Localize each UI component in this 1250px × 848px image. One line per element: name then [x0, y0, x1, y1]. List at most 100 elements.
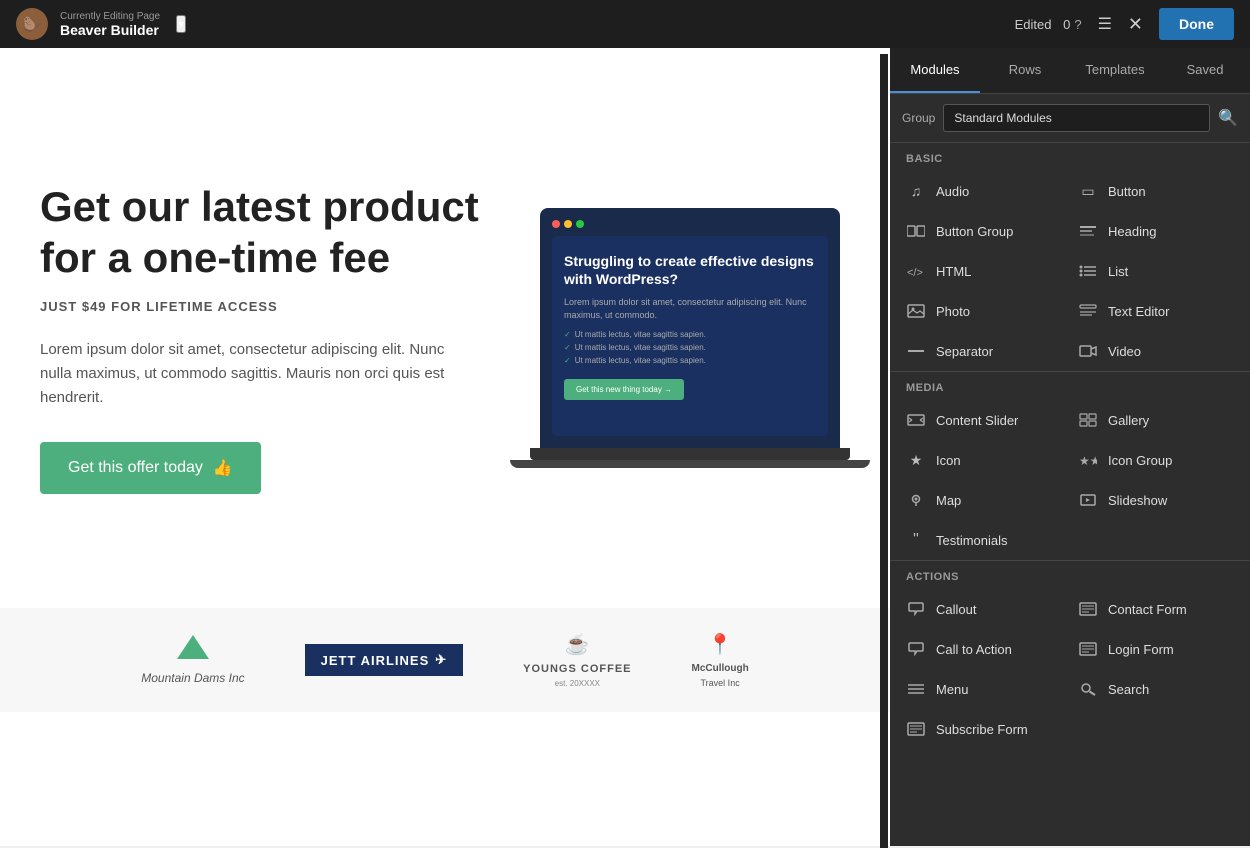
- module-testimonials[interactable]: " Testimonials: [898, 520, 1070, 560]
- airline-logo: JETT AIRLINES ✈: [305, 644, 464, 676]
- subscribe-form-icon: [906, 719, 926, 739]
- module-testimonials-label: Testimonials: [936, 533, 1008, 548]
- module-map[interactable]: Map: [898, 480, 1070, 520]
- tab-rows[interactable]: Rows: [980, 48, 1070, 93]
- panel-resize-handle[interactable]: [880, 54, 888, 848]
- mountain-triangle-icon: [177, 635, 209, 663]
- svg-text:</>: </>: [907, 267, 923, 278]
- module-icon-label: Icon: [936, 453, 961, 468]
- module-separator-label: Separator: [936, 344, 993, 359]
- logo-youngs-coffee: ☕ YOUNGS COFFEE est. 20XXXX: [523, 632, 631, 688]
- module-audio-label: Audio: [936, 184, 969, 199]
- svg-text:★★: ★★: [1079, 454, 1097, 467]
- hero-section: Get our latest product for a one-time fe…: [0, 48, 890, 608]
- actions-modules-grid: Callout Contact Form Call to Action: [890, 589, 1250, 749]
- module-callout-label: Callout: [936, 602, 976, 617]
- laptop-screen-items: Ut mattis lectus, vitae sagittis sapien.…: [564, 328, 816, 367]
- hero-body: Lorem ipsum dolor sit amet, consectetur …: [40, 338, 460, 410]
- module-html[interactable]: </> HTML: [898, 251, 1070, 291]
- module-video[interactable]: Video: [1070, 331, 1242, 371]
- module-login-form[interactable]: Login Form: [1070, 629, 1242, 669]
- button-icon: ▭: [1078, 181, 1098, 201]
- module-icon[interactable]: ★ Icon: [898, 440, 1070, 480]
- hero-cta-button[interactable]: Get this offer today 👍: [40, 442, 261, 494]
- module-callout[interactable]: Callout: [898, 589, 1070, 629]
- slideshow-icon: [1078, 490, 1098, 510]
- module-gallery-label: Gallery: [1108, 413, 1149, 428]
- video-icon: [1078, 341, 1098, 361]
- list-item: Ut mattis lectus, vitae sagittis sapien.: [564, 328, 816, 341]
- gallery-icon: [1078, 410, 1098, 430]
- module-slideshow[interactable]: Slideshow: [1070, 480, 1242, 520]
- laptop-mockup: Struggling to create effective designs w…: [540, 208, 870, 468]
- module-button-label: Button: [1108, 184, 1146, 199]
- search-icon[interactable]: 🔍: [1218, 108, 1238, 128]
- laptop-screen: Struggling to create effective designs w…: [540, 208, 840, 448]
- module-heading[interactable]: Heading: [1070, 211, 1242, 251]
- app-name: Beaver Builder: [60, 22, 160, 38]
- module-slideshow-label: Slideshow: [1108, 493, 1167, 508]
- module-button[interactable]: ▭ Button: [1070, 171, 1242, 211]
- module-search-label: Search: [1108, 682, 1149, 697]
- tab-templates[interactable]: Templates: [1070, 48, 1160, 93]
- tab-saved[interactable]: Saved: [1160, 48, 1250, 93]
- module-button-group-label: Button Group: [936, 224, 1013, 239]
- module-content-slider[interactable]: Content Slider: [898, 400, 1070, 440]
- coffee-cup-icon: ☕: [565, 632, 590, 657]
- done-button[interactable]: Done: [1159, 8, 1234, 40]
- module-subscribe-form[interactable]: Subscribe Form: [898, 709, 1070, 749]
- content-slider-icon: [906, 410, 926, 430]
- airplane-icon: ✈: [435, 652, 447, 668]
- module-login-form-label: Login Form: [1108, 642, 1174, 657]
- contact-form-icon: [1078, 599, 1098, 619]
- laptop-cta-button[interactable]: Get this new thing today →: [564, 379, 684, 400]
- laptop-screen-text: Lorem ipsum dolor sit amet, consectetur …: [564, 296, 816, 321]
- icon-group-icon: ★★: [1078, 450, 1098, 470]
- list-icon: [1078, 261, 1098, 281]
- travel-inc-label: Travel Inc: [701, 678, 740, 688]
- group-select[interactable]: Standard Modules: [943, 104, 1210, 132]
- list-item: Ut mattis lectus, vitae sagittis sapien.: [564, 341, 816, 354]
- hero-image: Struggling to create effective designs w…: [540, 208, 870, 468]
- logos-bar: Mountain Dams Inc JETT AIRLINES ✈ ☕ YOUN…: [0, 608, 890, 712]
- module-icon-group-label: Icon Group: [1108, 453, 1172, 468]
- topbar: 🦫 Currently Editing Page Beaver Builder …: [0, 0, 1250, 48]
- module-content-slider-label: Content Slider: [936, 413, 1018, 428]
- mccullough-label: McCullough: [692, 663, 749, 674]
- module-icon-group[interactable]: ★★ Icon Group: [1070, 440, 1242, 480]
- title-area: Currently Editing Page Beaver Builder: [60, 11, 160, 38]
- travel-pin-icon: 📍: [708, 632, 733, 657]
- group-label: Group: [902, 111, 935, 125]
- coffee-tagline: est. 20XXXX: [555, 679, 600, 688]
- module-menu[interactable]: Menu: [898, 669, 1070, 709]
- tab-modules[interactable]: Modules: [890, 48, 980, 93]
- map-icon: [906, 490, 926, 510]
- hero-title: Get our latest product for a one-time fe…: [40, 182, 540, 283]
- module-photo[interactable]: Photo: [898, 291, 1070, 331]
- module-text-editor[interactable]: Text Editor: [1070, 291, 1242, 331]
- section-header-media: Media: [890, 371, 1250, 400]
- laptop-base: [530, 448, 850, 460]
- page-select-chevron[interactable]: ▾: [176, 15, 186, 33]
- basic-modules-grid: ♫ Audio ▭ Button Button Group: [890, 171, 1250, 371]
- menu-icon[interactable]: ☰: [1098, 14, 1112, 34]
- module-audio[interactable]: ♫ Audio: [898, 171, 1070, 211]
- module-list[interactable]: List: [1070, 251, 1242, 291]
- module-heading-label: Heading: [1108, 224, 1156, 239]
- module-button-group[interactable]: Button Group: [898, 211, 1070, 251]
- module-gallery[interactable]: Gallery: [1070, 400, 1242, 440]
- callout-icon: [906, 599, 926, 619]
- canvas: Get our latest product for a one-time fe…: [0, 48, 890, 846]
- media-modules-grid: Content Slider Gallery ★ Icon ★★ Ico: [890, 400, 1250, 560]
- module-separator[interactable]: Separator: [898, 331, 1070, 371]
- module-search[interactable]: Search: [1070, 669, 1242, 709]
- help-icon[interactable]: ?: [1074, 17, 1081, 32]
- edited-indicator: Edited 0 ?: [1015, 17, 1082, 32]
- module-contact-form[interactable]: Contact Form: [1070, 589, 1242, 629]
- close-icon[interactable]: ✕: [1128, 14, 1143, 35]
- panel-content: Basic ♫ Audio ▭ Button Button Group: [890, 143, 1250, 846]
- laptop-bottom: [510, 460, 870, 468]
- airline-name: JETT AIRLINES: [321, 653, 430, 668]
- module-call-to-action-label: Call to Action: [936, 642, 1012, 657]
- module-call-to-action[interactable]: Call to Action: [898, 629, 1070, 669]
